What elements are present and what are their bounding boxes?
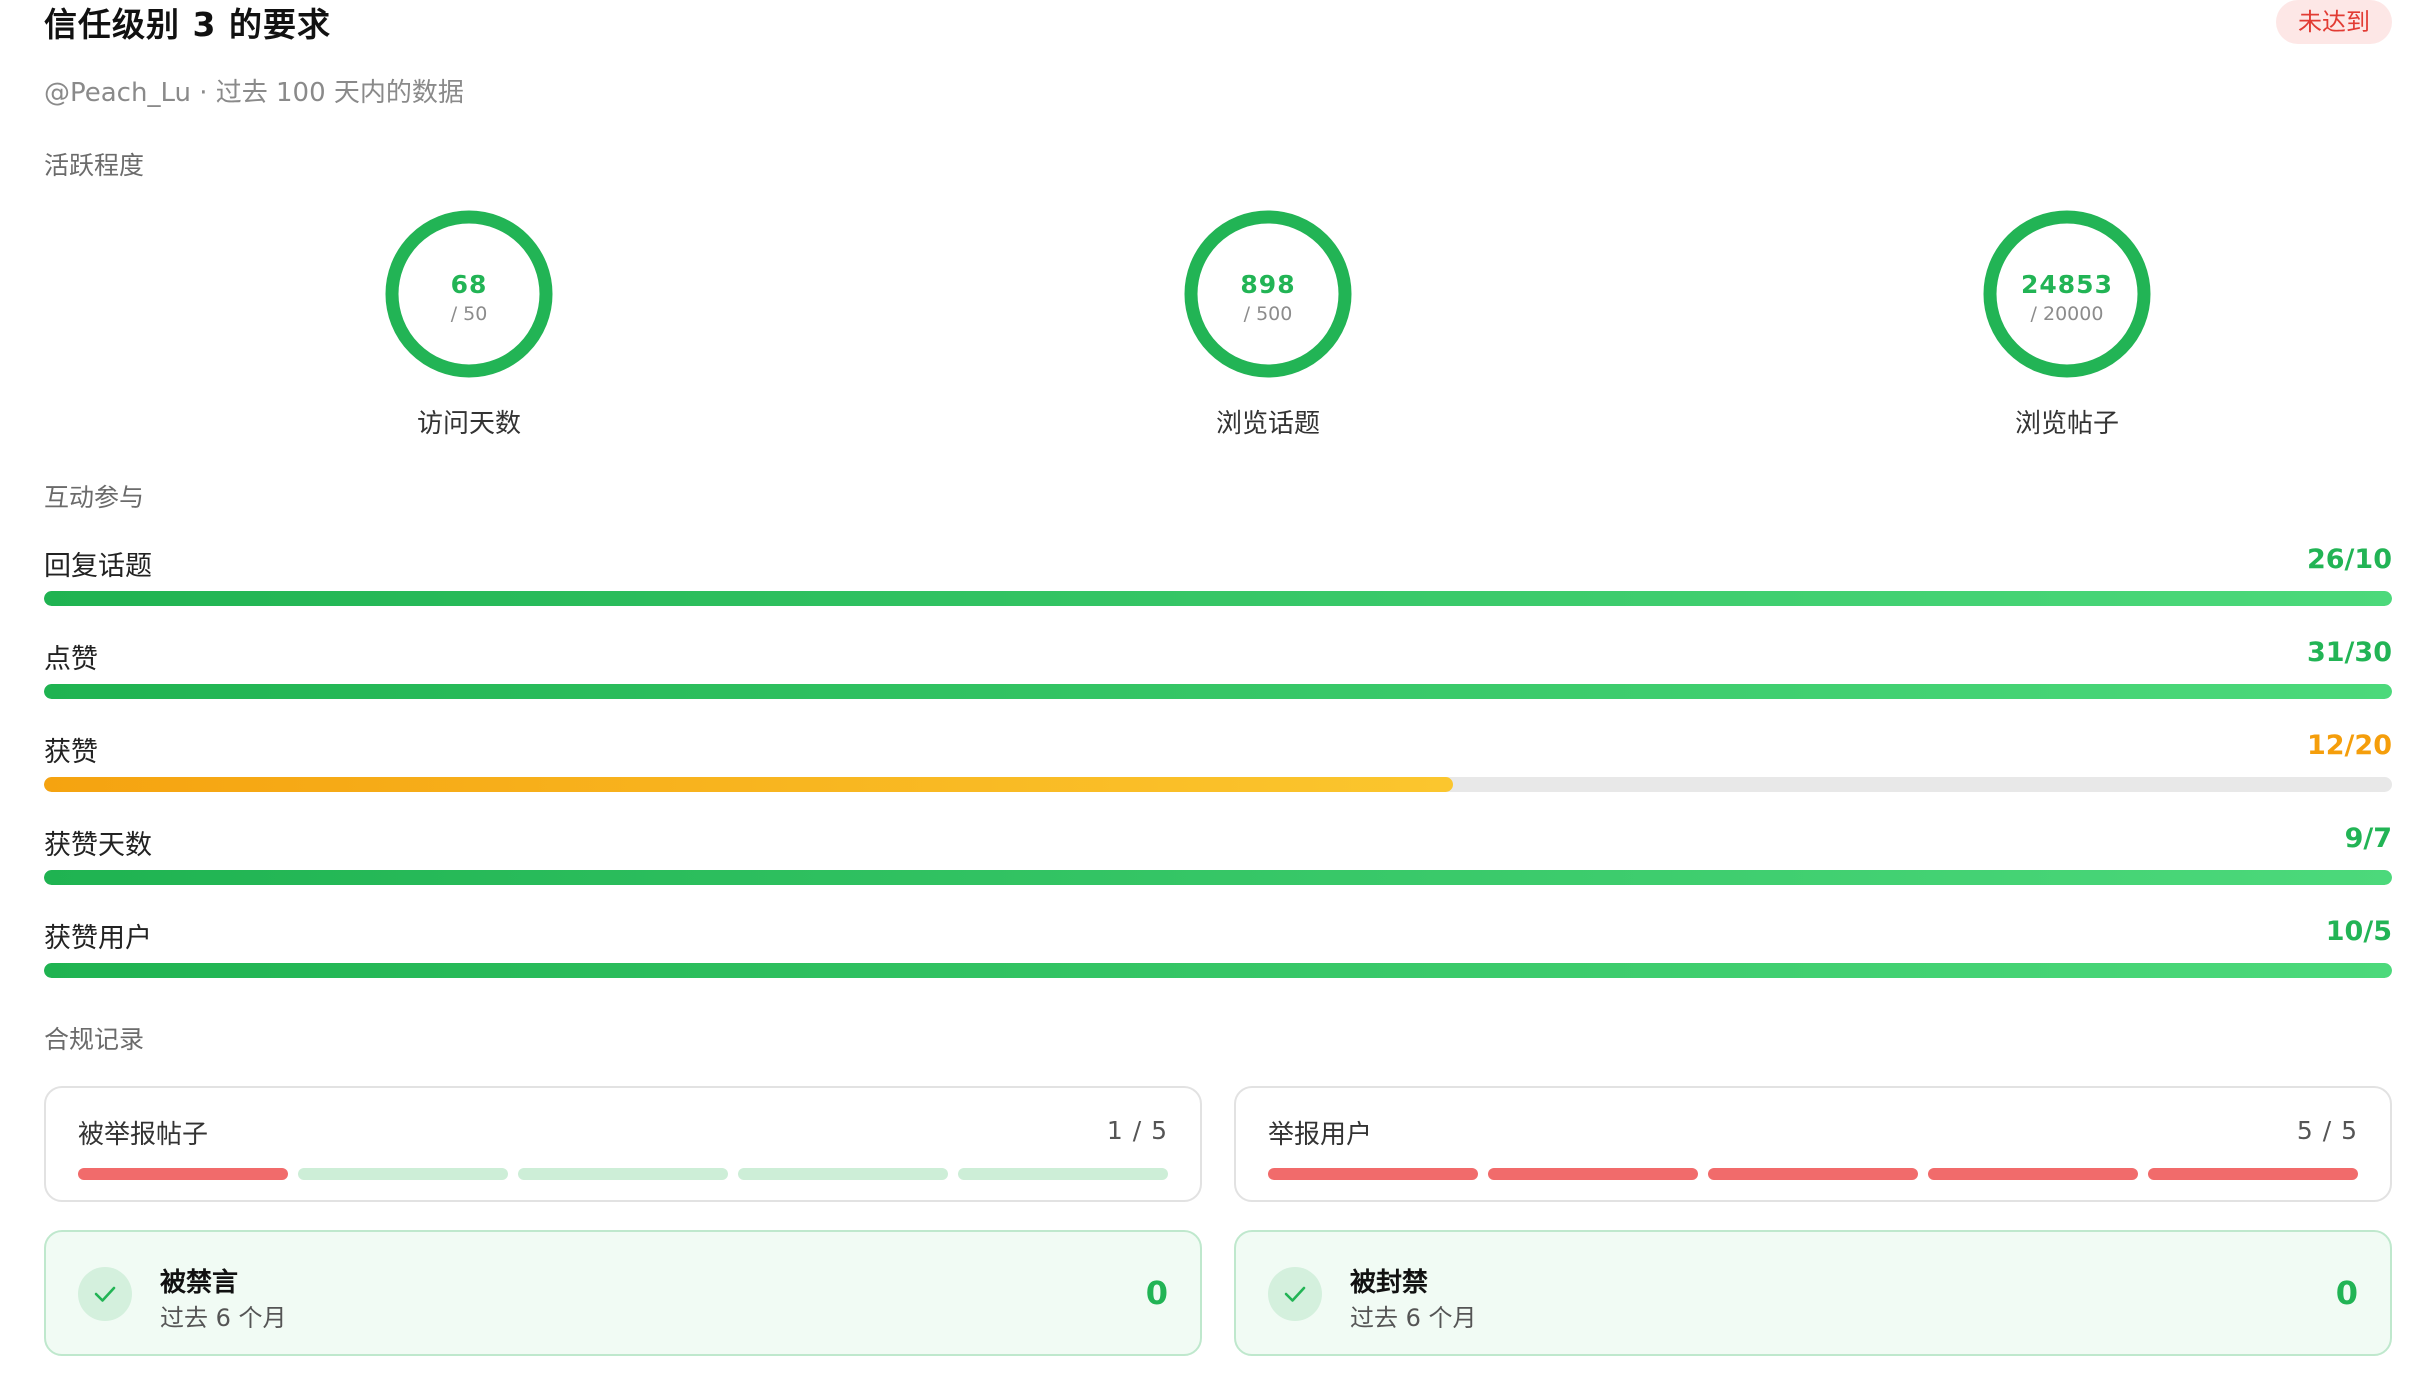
- segment: [518, 1168, 728, 1180]
- segment: [738, 1168, 948, 1180]
- ring-value: 68: [450, 270, 488, 299]
- status-subtitle: 过去 6 个月: [1350, 1304, 1477, 1332]
- ring-browse-posts: 24853 / 20000 浏览帖子: [1947, 210, 2187, 442]
- progress-fill: [44, 870, 2392, 885]
- progress-value: 9/7: [2344, 823, 2392, 854]
- status-title: 被封禁: [1350, 1268, 1429, 1298]
- ring-label: 浏览话题: [1215, 409, 1320, 439]
- card-label: 举报用户: [1268, 1120, 1373, 1150]
- segment: [958, 1168, 1168, 1180]
- progress-row-liked-users: 获赞用户 10/5: [44, 916, 2392, 986]
- segment-bar: [1268, 1168, 2358, 1180]
- segment-bar: [78, 1168, 1168, 1180]
- progress-label: 获赞天数: [44, 830, 152, 861]
- status-subtitle: 过去 6 个月: [160, 1304, 287, 1332]
- progress-label: 回复话题: [44, 551, 152, 582]
- status-card-silenced: 被禁言 过去 6 个月 0: [44, 1230, 1202, 1356]
- progress-fill: [44, 591, 2392, 606]
- ring-browse-topics: 898 / 500 浏览话题: [1148, 210, 1388, 442]
- segment: [1488, 1168, 1698, 1180]
- progress-track: [44, 684, 2392, 699]
- progress-row-liked-days: 获赞天数 9/7: [44, 823, 2392, 893]
- progress-value: 12/20: [2306, 730, 2392, 761]
- ring-value: 24853: [2021, 270, 2113, 299]
- progress-fill: [44, 777, 1453, 792]
- card-count: 5 / 5: [2296, 1116, 2358, 1145]
- compliance-card-reported-posts: 被举报帖子 1 / 5: [44, 1086, 1202, 1202]
- check-icon: [78, 1267, 132, 1321]
- status-title: 被禁言: [160, 1268, 239, 1298]
- ring-label: 浏览帖子: [2014, 409, 2119, 439]
- status-card-suspended: 被封禁 过去 6 个月 0: [1234, 1230, 2392, 1356]
- status-value: 0: [2335, 1274, 2358, 1312]
- segment: [1268, 1168, 1478, 1180]
- ring-label: 访问天数: [416, 409, 521, 439]
- progress-value: 31/30: [2306, 637, 2392, 668]
- progress-label: 获赞: [44, 737, 98, 768]
- ring-target: / 500: [1243, 303, 1293, 325]
- trust-level-panel: 信任级别 3 的要求 未达到 @Peach_Lu · 过去 100 天内的数据 …: [44, 0, 2392, 1380]
- card-count: 1 / 5: [1106, 1116, 1168, 1145]
- segment: [1708, 1168, 1918, 1180]
- progress-row-likes-received: 获赞 12/20: [44, 730, 2392, 800]
- ring-target: / 20000: [2030, 303, 2104, 325]
- progress-row-likes-given: 点赞 31/30: [44, 637, 2392, 707]
- ring-value: 898: [1240, 270, 1296, 299]
- progress-value: 10/5: [2325, 916, 2392, 947]
- progress-label: 点赞: [44, 644, 98, 675]
- progress-value: 26/10: [2306, 544, 2392, 575]
- progress-track: [44, 777, 2392, 792]
- progress-fill: [44, 963, 2392, 978]
- section-label-interaction: 互动参与: [44, 483, 145, 512]
- section-label-compliance: 合规记录: [44, 1025, 145, 1054]
- page-subtitle: @Peach_Lu · 过去 100 天内的数据: [44, 78, 464, 108]
- segment: [1928, 1168, 2138, 1180]
- status-value: 0: [1145, 1274, 1168, 1312]
- segment: [78, 1168, 288, 1180]
- segment: [298, 1168, 508, 1180]
- progress-track: [44, 870, 2392, 885]
- segment: [2148, 1168, 2358, 1180]
- ring-target: / 50: [450, 303, 488, 325]
- status-badge: 未达到: [2276, 0, 2392, 44]
- section-label-activity: 活跃程度: [44, 151, 145, 180]
- page-title: 信任级别 3 的要求: [44, 5, 331, 44]
- check-icon: [1268, 1267, 1322, 1321]
- progress-fill: [44, 684, 2392, 699]
- progress-label: 获赞用户: [44, 923, 152, 954]
- ring-visit-days: 68 / 50 访问天数: [349, 210, 589, 442]
- progress-track: [44, 963, 2392, 978]
- card-label: 被举报帖子: [78, 1120, 209, 1150]
- progress-track: [44, 591, 2392, 606]
- progress-row-reply-topics: 回复话题 26/10: [44, 544, 2392, 614]
- compliance-card-reported-users: 举报用户 5 / 5: [1234, 1086, 2392, 1202]
